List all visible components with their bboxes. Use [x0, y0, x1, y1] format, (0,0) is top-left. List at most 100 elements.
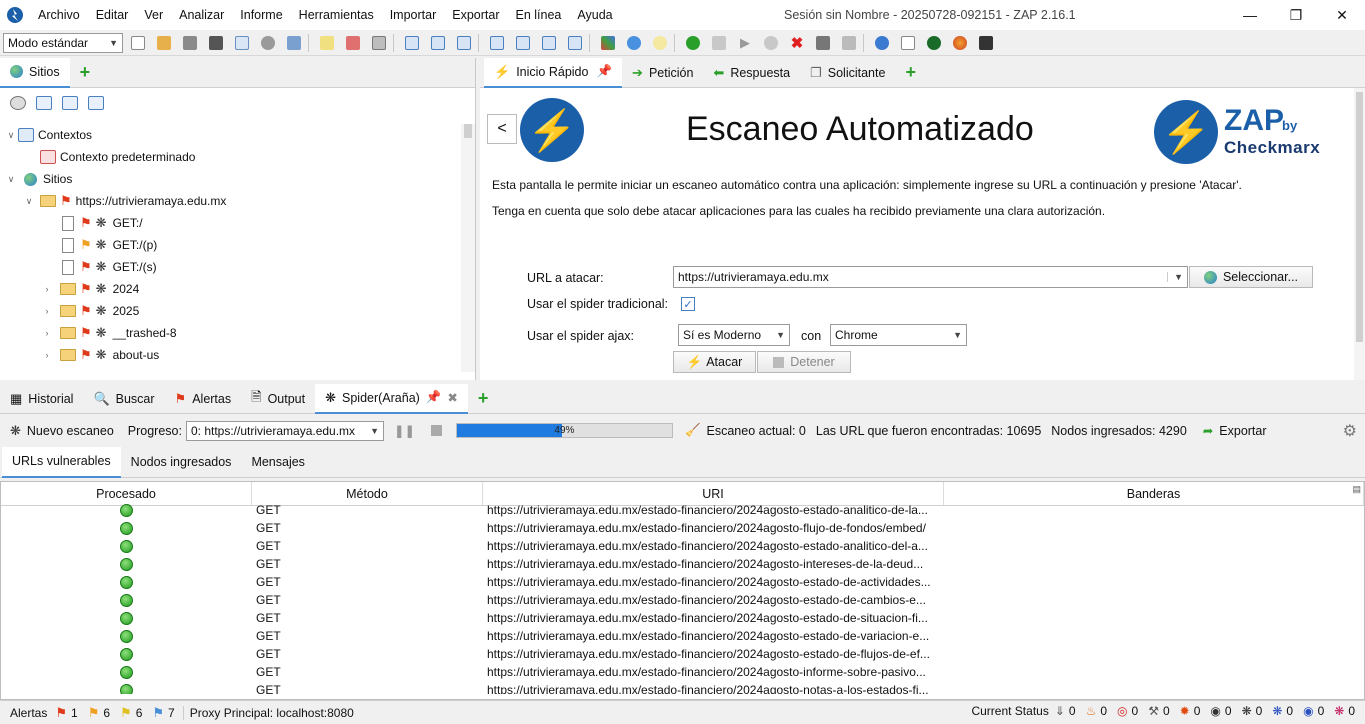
subtab-mensajes[interactable]: Mensajes	[241, 447, 315, 478]
column-header-banderas[interactable]: Banderas ▤	[944, 482, 1364, 505]
chevron-right-icon[interactable]: ›	[40, 306, 54, 316]
panel-layout-2-icon[interactable]	[512, 33, 534, 53]
tree-node-trashed[interactable]: › ⚑ ❋ __trashed-8	[0, 322, 460, 344]
new-context-icon[interactable]	[36, 96, 52, 110]
subtab-nodos-ingresados[interactable]: Nodos ingresados	[121, 447, 242, 478]
ajax-select[interactable]: Sí es Moderno ▼	[678, 324, 790, 346]
tab-peticion[interactable]: ➔ Petición	[622, 58, 703, 88]
select-button[interactable]: Seleccionar...	[1189, 266, 1313, 288]
menu-importar[interactable]: Importar	[382, 8, 445, 22]
table-row[interactable]: GET https://utrivieramaya.edu.mx/estado-f…	[1, 681, 1364, 694]
panel-layout-4-icon[interactable]	[564, 33, 586, 53]
menu-exportar[interactable]: Exportar	[444, 8, 507, 22]
tree-node-get-s[interactable]: ⚑ ❋ GET:/(s)	[0, 256, 460, 278]
table-row[interactable]: GET https://utrivieramaya.edu.mx/estado-f…	[1, 645, 1364, 663]
tab-alertas[interactable]: ⚑ Alertas	[165, 384, 242, 414]
remove-breakpoints-icon[interactable]: ✖	[786, 33, 808, 53]
back-button[interactable]: <	[487, 114, 517, 144]
import-context-icon[interactable]	[62, 96, 78, 110]
firefox-icon[interactable]	[949, 33, 971, 53]
table-row[interactable]: GET https://utrivieramaya.edu.mx/estado-f…	[1, 591, 1364, 609]
table-row[interactable]: GET https://utrivieramaya.edu.mx/estado-f…	[1, 573, 1364, 591]
session-properties-icon[interactable]	[231, 33, 253, 53]
menu-informe[interactable]: Informe	[232, 8, 290, 22]
new-scan-button[interactable]: Nuevo escaneo	[27, 424, 114, 438]
tree-node-default-context[interactable]: Contexto predeterminado	[0, 146, 460, 168]
chevron-down-icon[interactable]: ∨	[4, 130, 18, 141]
pin-icon[interactable]: 📌	[426, 390, 442, 405]
tree-node-host[interactable]: ∨ ⚑ https://utrivieramaya.edu.mx	[0, 190, 460, 212]
quick-start-scrollbar[interactable]	[1354, 88, 1365, 380]
pin-icon[interactable]: 📌	[596, 64, 612, 79]
menu-analizar[interactable]: Analizar	[171, 8, 232, 22]
tab-output[interactable]: 🗎 Output	[241, 384, 315, 414]
panel-layout-1-icon[interactable]	[486, 33, 508, 53]
chevron-right-icon[interactable]: ›	[40, 328, 54, 338]
hints-lightbulb-icon[interactable]	[649, 33, 671, 53]
pause-icon[interactable]: ❚❚	[394, 423, 415, 438]
menu-herramientas[interactable]: Herramientas	[291, 8, 382, 22]
column-header-uri[interactable]: URI	[483, 482, 944, 505]
tab-respuesta[interactable]: ⬅ Respuesta	[703, 58, 800, 88]
tab-spider[interactable]: ❋ Spider(Araña) 📌 ✖	[315, 383, 468, 414]
mode-select[interactable]: Modo estándar ▼	[3, 32, 123, 53]
step-icon[interactable]	[708, 33, 730, 53]
column-header-procesado[interactable]: Procesado	[1, 482, 252, 505]
notes-icon[interactable]	[897, 33, 919, 53]
hud-icon[interactable]	[923, 33, 945, 53]
chevron-right-icon[interactable]: ›	[40, 350, 54, 360]
terminal-icon[interactable]	[975, 33, 997, 53]
table-row[interactable]: GET https://utrivieramaya.edu.mx/estado-f…	[1, 537, 1364, 555]
menu-editar[interactable]: Editar	[88, 8, 137, 22]
snapshot-icon[interactable]	[205, 33, 227, 53]
tree-node-get-p[interactable]: ⚑ ❋ GET:/(p)	[0, 234, 460, 256]
play-icon[interactable]: ▶	[734, 33, 756, 53]
tab-solicitante[interactable]: ❐ Solicitante	[800, 58, 895, 88]
tree-node-2024[interactable]: › ⚑ ❋ 2024	[0, 278, 460, 300]
tree-node-get-root[interactable]: ⚑ ❋ GET:/	[0, 212, 460, 234]
close-icon[interactable]: ✕	[1319, 0, 1365, 30]
attack-button[interactable]: ⚡ Atacar	[673, 351, 756, 373]
open-session-icon[interactable]	[153, 33, 175, 53]
show-tab-names-icon[interactable]	[368, 33, 390, 53]
minimize-icon[interactable]: —	[1227, 0, 1273, 30]
table-row[interactable]: GET https://utrivieramaya.edu.mx/estado-f…	[1, 519, 1364, 537]
chevron-right-icon[interactable]: ›	[40, 284, 54, 294]
check-updates-icon[interactable]	[283, 33, 305, 53]
tree-node-sites[interactable]: ∨ Sitios	[0, 168, 460, 190]
add-tab-icon[interactable]: +	[468, 388, 499, 409]
layout-horizontal-icon[interactable]	[427, 33, 449, 53]
tree-scrollbar[interactable]	[461, 124, 475, 372]
target-icon[interactable]	[10, 96, 26, 110]
fuzzer-icon[interactable]	[812, 33, 834, 53]
maximize-icon[interactable]: ❐	[1273, 0, 1319, 30]
add-tab-icon[interactable]: +	[895, 62, 926, 83]
export-context-icon[interactable]	[88, 96, 104, 110]
add-note-icon[interactable]	[316, 33, 338, 53]
spider-checkbox[interactable]: ✓	[681, 297, 695, 311]
remove-note-icon[interactable]	[342, 33, 364, 53]
column-chooser-icon[interactable]: ▤	[1352, 484, 1361, 495]
tab-buscar[interactable]: 🔍 Buscar	[83, 384, 164, 414]
menu-ver[interactable]: Ver	[136, 8, 171, 22]
column-header-metodo[interactable]: Método	[252, 482, 483, 505]
drop-icon[interactable]	[760, 33, 782, 53]
chevron-down-icon[interactable]: ∨	[4, 174, 18, 185]
tab-inicio-rapido[interactable]: ⚡ Inicio Rápido 📌	[484, 57, 623, 88]
chevron-down-icon[interactable]: ∨	[22, 196, 36, 207]
panel-layout-3-icon[interactable]	[538, 33, 560, 53]
scripts-icon[interactable]	[623, 33, 645, 53]
browser-select[interactable]: Chrome ▼	[830, 324, 967, 346]
chevron-down-icon[interactable]: ▼	[1167, 272, 1183, 282]
menu-ayuda[interactable]: Ayuda	[569, 8, 620, 22]
close-tab-icon[interactable]: ✖	[447, 390, 457, 405]
export-button[interactable]: Exportar	[1219, 424, 1266, 438]
progress-select[interactable]: 0: https://utrivieramaya.edu.mx ▼	[185, 420, 384, 441]
help-icon[interactable]	[871, 33, 893, 53]
tree-node-about-us[interactable]: › ⚑ ❋ about-us	[0, 344, 460, 366]
layout-vertical-icon[interactable]	[453, 33, 475, 53]
layout-full-icon[interactable]	[401, 33, 423, 53]
tab-historial[interactable]: ▦ Historial	[0, 384, 83, 414]
url-input[interactable]: https://utrivieramaya.edu.mx ▼	[673, 266, 1188, 288]
break-continue-icon[interactable]	[682, 33, 704, 53]
